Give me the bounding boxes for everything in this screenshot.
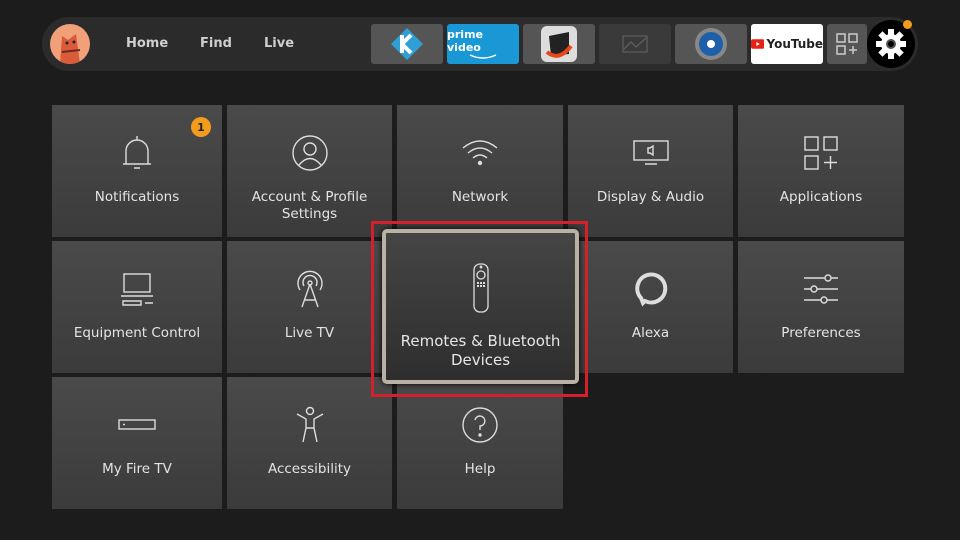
apps-grid-icon <box>836 33 858 55</box>
tile-label: Equipment Control <box>73 325 201 341</box>
nav-home[interactable]: Home <box>126 36 168 51</box>
app-kodi[interactable] <box>371 24 443 64</box>
tile-label: Applications <box>779 189 863 205</box>
all-apps-button[interactable] <box>827 24 867 64</box>
app-placeholder[interactable] <box>599 24 671 64</box>
profile-avatar[interactable] <box>50 24 90 64</box>
youtube-icon <box>751 39 765 49</box>
image-placeholder-icon <box>622 35 648 53</box>
accessibility-icon <box>295 405 325 445</box>
highlight-box <box>371 221 588 397</box>
app-youtube[interactable]: YouTube <box>751 24 823 64</box>
bell-icon <box>120 133 154 173</box>
applications-icon <box>803 133 839 173</box>
notification-badge: 1 <box>191 117 211 137</box>
tile-label: Accessibility <box>267 461 352 477</box>
gear-icon <box>876 29 906 59</box>
tile-label: My Fire TV <box>102 461 172 477</box>
app-prime-video[interactable]: prime video <box>447 24 519 64</box>
sliders-icon <box>802 269 840 309</box>
app-icon <box>695 28 727 60</box>
computer-icon <box>119 269 155 309</box>
tile-applications[interactable]: Applications <box>738 105 904 237</box>
display-icon <box>632 133 669 173</box>
app-icon <box>541 26 577 62</box>
prime-video-logo: prime video <box>447 28 483 54</box>
nav-find[interactable]: Find <box>200 36 232 51</box>
tile-label: Account & Profile Settings <box>251 189 368 222</box>
tile-equipment-control[interactable]: Equipment Control <box>52 241 222 373</box>
youtube-label: YouTube <box>766 37 823 51</box>
tile-network[interactable]: Network <box>397 105 563 237</box>
tile-label: Preferences <box>781 325 861 341</box>
tile-alexa[interactable]: Alexa <box>568 241 733 373</box>
tile-account-profile-settings[interactable]: Account & Profile Settings <box>227 105 392 237</box>
tile-label: Live TV <box>284 325 335 341</box>
tile-label: Display & Audio <box>596 189 705 205</box>
fire-tv-box-icon <box>118 405 156 445</box>
user-icon <box>291 133 329 173</box>
tile-my-fire-tv[interactable]: My Fire TV <box>52 377 222 509</box>
tile-preferences[interactable]: Preferences <box>738 241 904 373</box>
nav-live[interactable]: Live <box>264 36 294 51</box>
tile-label: Network <box>451 189 509 205</box>
antenna-icon <box>292 269 328 309</box>
help-icon <box>461 405 499 445</box>
kodi-icon <box>391 28 423 60</box>
app-downloader[interactable] <box>523 24 595 64</box>
tile-label: Notifications <box>94 189 180 205</box>
tile-label: Alexa <box>631 325 670 341</box>
alexa-icon <box>633 269 669 309</box>
tile-accessibility[interactable]: Accessibility <box>227 377 392 509</box>
notification-dot <box>903 20 912 29</box>
wifi-icon <box>461 133 499 173</box>
tile-display-audio[interactable]: Display & Audio <box>568 105 733 237</box>
tile-live-tv[interactable]: Live TV <box>227 241 392 373</box>
app-es-file-explorer[interactable] <box>675 24 747 64</box>
tile-label: Help <box>464 461 496 477</box>
